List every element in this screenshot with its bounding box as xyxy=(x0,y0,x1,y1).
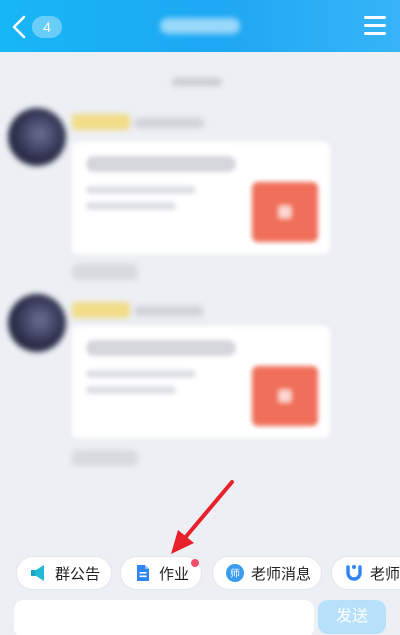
card-thumbnail xyxy=(252,366,318,426)
sender-meta-blurred xyxy=(134,118,204,128)
chip-label: 老师 xyxy=(370,565,400,583)
notification-dot xyxy=(191,559,199,567)
document-icon xyxy=(133,563,153,583)
group-announcement-chip[interactable]: 群公告 xyxy=(16,556,112,590)
timestamp-blurred xyxy=(172,78,222,86)
svg-text:师: 师 xyxy=(230,567,240,580)
chip-label: 作业 xyxy=(159,565,190,583)
avatar[interactable] xyxy=(8,294,66,352)
sender-name-blurred xyxy=(72,302,130,318)
teacher-chip[interactable]: 老师 xyxy=(331,556,400,590)
message-status-blurred xyxy=(72,450,138,466)
teacher-icon: 师 xyxy=(225,563,245,583)
chevron-left-icon xyxy=(12,15,26,39)
sender-meta-blurred xyxy=(134,306,204,316)
back-button[interactable]: 4 xyxy=(10,14,66,40)
sender-name-blurred xyxy=(72,114,130,130)
chat-title-blurred xyxy=(160,18,240,34)
message-input-bar: 发送 xyxy=(0,596,400,635)
message-input[interactable] xyxy=(14,600,314,635)
hamburger-menu-icon[interactable] xyxy=(364,16,386,36)
homework-chip[interactable]: 作业 xyxy=(120,556,202,590)
quick-action-bar: 群公告 作业 师 老师消息 老师 xyxy=(0,556,400,592)
send-button[interactable]: 发送 xyxy=(318,600,386,634)
chip-label: 老师消息 xyxy=(251,565,312,583)
message-status-blurred xyxy=(72,264,138,280)
unread-count-badge: 4 xyxy=(32,16,62,38)
message-card[interactable] xyxy=(72,326,330,438)
avatar[interactable] xyxy=(8,108,66,166)
message-card[interactable] xyxy=(72,142,330,254)
chip-label: 群公告 xyxy=(55,565,101,583)
header-bar: 4 xyxy=(0,0,400,52)
magnet-icon xyxy=(344,563,364,583)
chat-message-area xyxy=(0,52,400,552)
teacher-messages-chip[interactable]: 师 老师消息 xyxy=(212,556,322,590)
megaphone-icon xyxy=(29,563,49,583)
card-thumbnail xyxy=(252,182,318,242)
